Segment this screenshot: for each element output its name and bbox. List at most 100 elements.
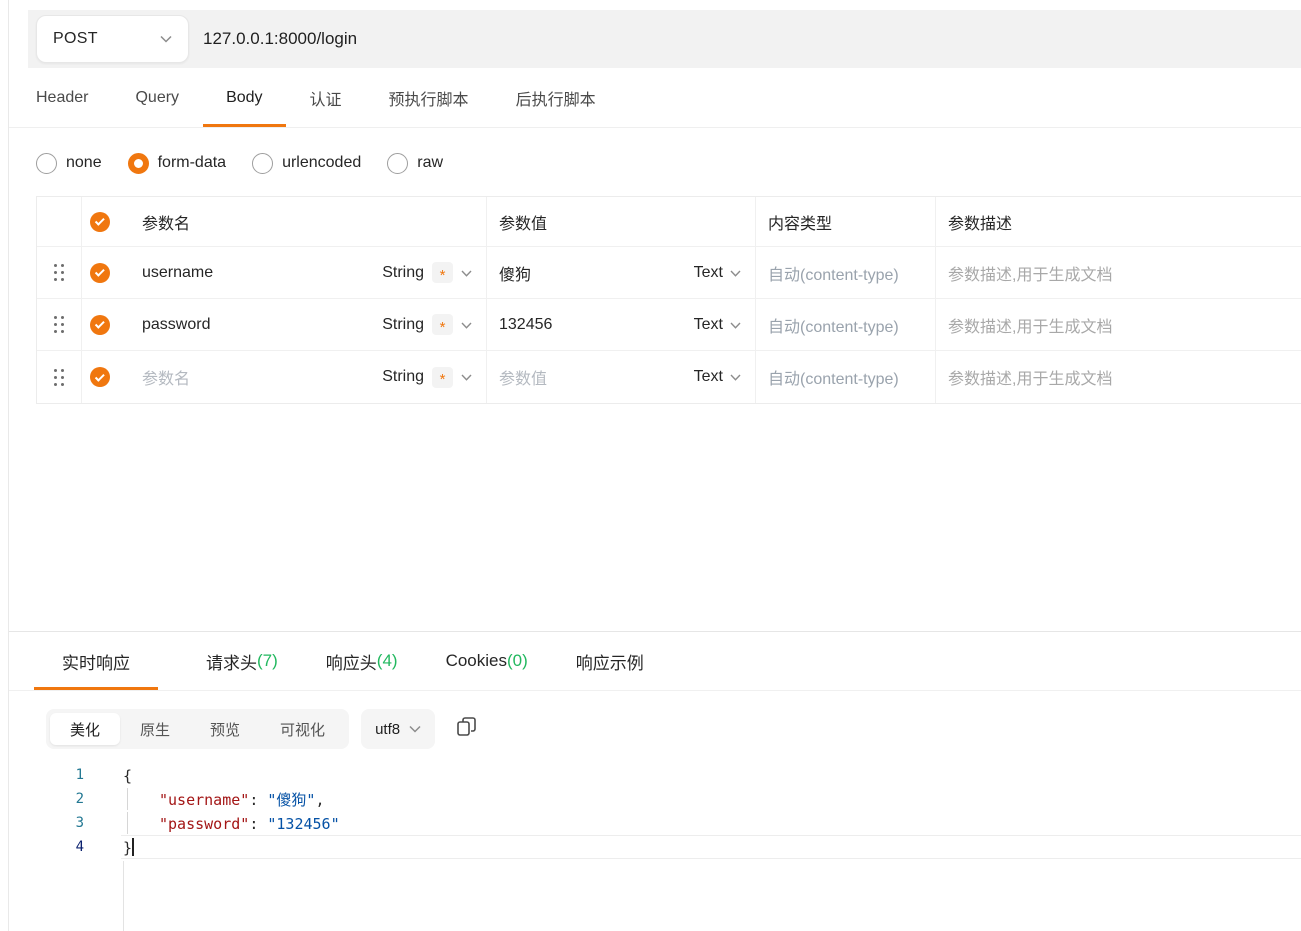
tab-post-script[interactable]: 后执行脚本: [516, 68, 596, 127]
param-value-cell: 参数值 Text: [487, 351, 756, 403]
chevron-down-icon: [461, 316, 472, 334]
check-icon: [94, 319, 104, 329]
param-type-select[interactable]: String *: [382, 367, 472, 388]
content-type-cell[interactable]: 自动(content-type): [756, 247, 936, 298]
param-name-input[interactable]: 参数名: [142, 365, 382, 389]
drag-handle-icon[interactable]: [54, 264, 64, 281]
param-name-input[interactable]: username: [142, 264, 382, 282]
line-number: 4: [9, 835, 84, 859]
params-table: 参数名 参数值 内容类型 参数描述 username String * 傻狗: [36, 196, 1301, 404]
copy-button[interactable]: [453, 716, 479, 742]
request-tabs: Header Query Body 认证 预执行脚本 后执行脚本: [36, 68, 596, 127]
response-body-editor[interactable]: 1 { 2 "username": "傻狗", 3 "password": "1…: [9, 763, 1301, 859]
copy-icon: [456, 716, 477, 742]
drag-cell: [37, 351, 82, 403]
drag-column-header: [37, 197, 82, 246]
check-icon: [94, 371, 104, 381]
row-enabled-toggle[interactable]: [90, 367, 110, 387]
check-icon: [94, 267, 104, 277]
param-name-input[interactable]: password: [142, 316, 382, 334]
radio-icon: [36, 153, 57, 174]
count-badge: (7): [257, 651, 278, 671]
tab-response-example[interactable]: 响应示例: [576, 632, 644, 690]
url-input[interactable]: 127.0.0.1:8000/login: [203, 29, 357, 49]
tab-pre-script[interactable]: 预执行脚本: [389, 68, 469, 127]
method-label: POST: [53, 30, 98, 48]
line-number: 2: [9, 787, 84, 811]
table-row: password String * 132456 Text 自动(content…: [37, 299, 1301, 351]
tab-header[interactable]: Header: [36, 68, 88, 127]
tab-cookies[interactable]: Cookies(0): [446, 632, 528, 690]
url-bar: POST 127.0.0.1:8000/login: [28, 10, 1301, 68]
value-column-header: 参数值: [487, 197, 756, 246]
method-select[interactable]: POST: [36, 15, 189, 63]
param-value-input[interactable]: 傻狗: [499, 261, 694, 285]
required-badge: *: [432, 367, 453, 388]
select-all-toggle[interactable]: [90, 212, 110, 232]
chevron-down-icon: [409, 720, 421, 738]
response-toolbar: 美化 原生 预览 可视化 utf8: [46, 708, 479, 750]
line-number: 1: [9, 763, 84, 787]
value-type-select[interactable]: Text: [694, 316, 741, 334]
row-enabled-toggle[interactable]: [90, 263, 110, 283]
param-value-input[interactable]: 132456: [499, 316, 694, 334]
radio-selected-icon: [128, 153, 149, 174]
radio-raw[interactable]: raw: [387, 153, 443, 174]
encoding-select[interactable]: utf8: [361, 709, 435, 749]
chevron-down-icon: [160, 30, 172, 48]
view-mode-preview[interactable]: 预览: [190, 713, 260, 745]
count-badge: (0): [507, 651, 528, 671]
drag-cell: [37, 247, 82, 298]
radio-label: urlencoded: [282, 154, 361, 172]
row-enabled-toggle[interactable]: [90, 315, 110, 335]
param-type-select[interactable]: String *: [382, 314, 472, 335]
description-cell[interactable]: 参数描述,用于生成文档: [936, 299, 1301, 350]
table-row: username String * 傻狗 Text 自动(content-typ…: [37, 247, 1301, 299]
editor-guide-line: [123, 861, 124, 931]
table-header-row: 参数名 参数值 内容类型 参数描述: [37, 197, 1301, 247]
code-line: 2 "username": "傻狗",: [9, 787, 1301, 811]
table-row: 参数名 String * 参数值 Text 自动(content-type) 参…: [37, 351, 1301, 403]
content-type-cell[interactable]: 自动(content-type): [756, 351, 936, 403]
param-name-cell: username String *: [82, 247, 487, 298]
tab-query[interactable]: Query: [135, 68, 179, 127]
description-column-header: 参数描述: [936, 197, 1301, 246]
chevron-down-icon: [730, 316, 741, 334]
tab-response-headers[interactable]: 响应头(4): [326, 632, 398, 690]
param-name-cell: 参数名 String *: [82, 351, 487, 403]
content-type-cell[interactable]: 自动(content-type): [756, 299, 936, 350]
tab-live-response[interactable]: 实时响应: [34, 632, 158, 690]
check-icon: [94, 216, 104, 226]
tab-body[interactable]: Body: [226, 68, 262, 127]
param-value-input[interactable]: 参数值: [499, 365, 694, 389]
value-type-select[interactable]: Text: [694, 264, 741, 282]
line-number: 3: [9, 811, 84, 835]
radio-icon: [387, 153, 408, 174]
response-tabs: 实时响应 请求头(7) 响应头(4) Cookies(0) 响应示例: [34, 632, 644, 690]
view-mode-visualize[interactable]: 可视化: [260, 713, 345, 745]
description-cell[interactable]: 参数描述,用于生成文档: [936, 247, 1301, 298]
response-tabs-divider: [9, 690, 1301, 691]
view-mode-beautify[interactable]: 美化: [50, 713, 120, 745]
tab-request-headers[interactable]: 请求头(7): [206, 632, 278, 690]
chevron-down-icon: [461, 368, 472, 386]
view-mode-raw[interactable]: 原生: [120, 713, 190, 745]
radio-label: none: [66, 154, 102, 172]
chevron-down-icon: [730, 368, 741, 386]
chevron-down-icon: [730, 264, 741, 282]
drag-handle-icon[interactable]: [54, 369, 64, 386]
code-line: 4 }: [9, 835, 1301, 859]
code-line: 1 {: [9, 763, 1301, 787]
drag-handle-icon[interactable]: [54, 316, 64, 333]
body-type-radio-group: none form-data urlencoded raw: [36, 146, 443, 180]
radio-none[interactable]: none: [36, 153, 102, 174]
description-cell[interactable]: 参数描述,用于生成文档: [936, 351, 1301, 403]
chevron-down-icon: [461, 264, 472, 282]
param-type-select[interactable]: String *: [382, 262, 472, 283]
radio-form-data[interactable]: form-data: [128, 153, 226, 174]
tab-auth[interactable]: 认证: [310, 68, 342, 127]
value-type-select[interactable]: Text: [694, 368, 741, 386]
radio-urlencoded[interactable]: urlencoded: [252, 153, 361, 174]
tabs-divider: [9, 127, 1301, 128]
radio-label: form-data: [158, 154, 226, 172]
